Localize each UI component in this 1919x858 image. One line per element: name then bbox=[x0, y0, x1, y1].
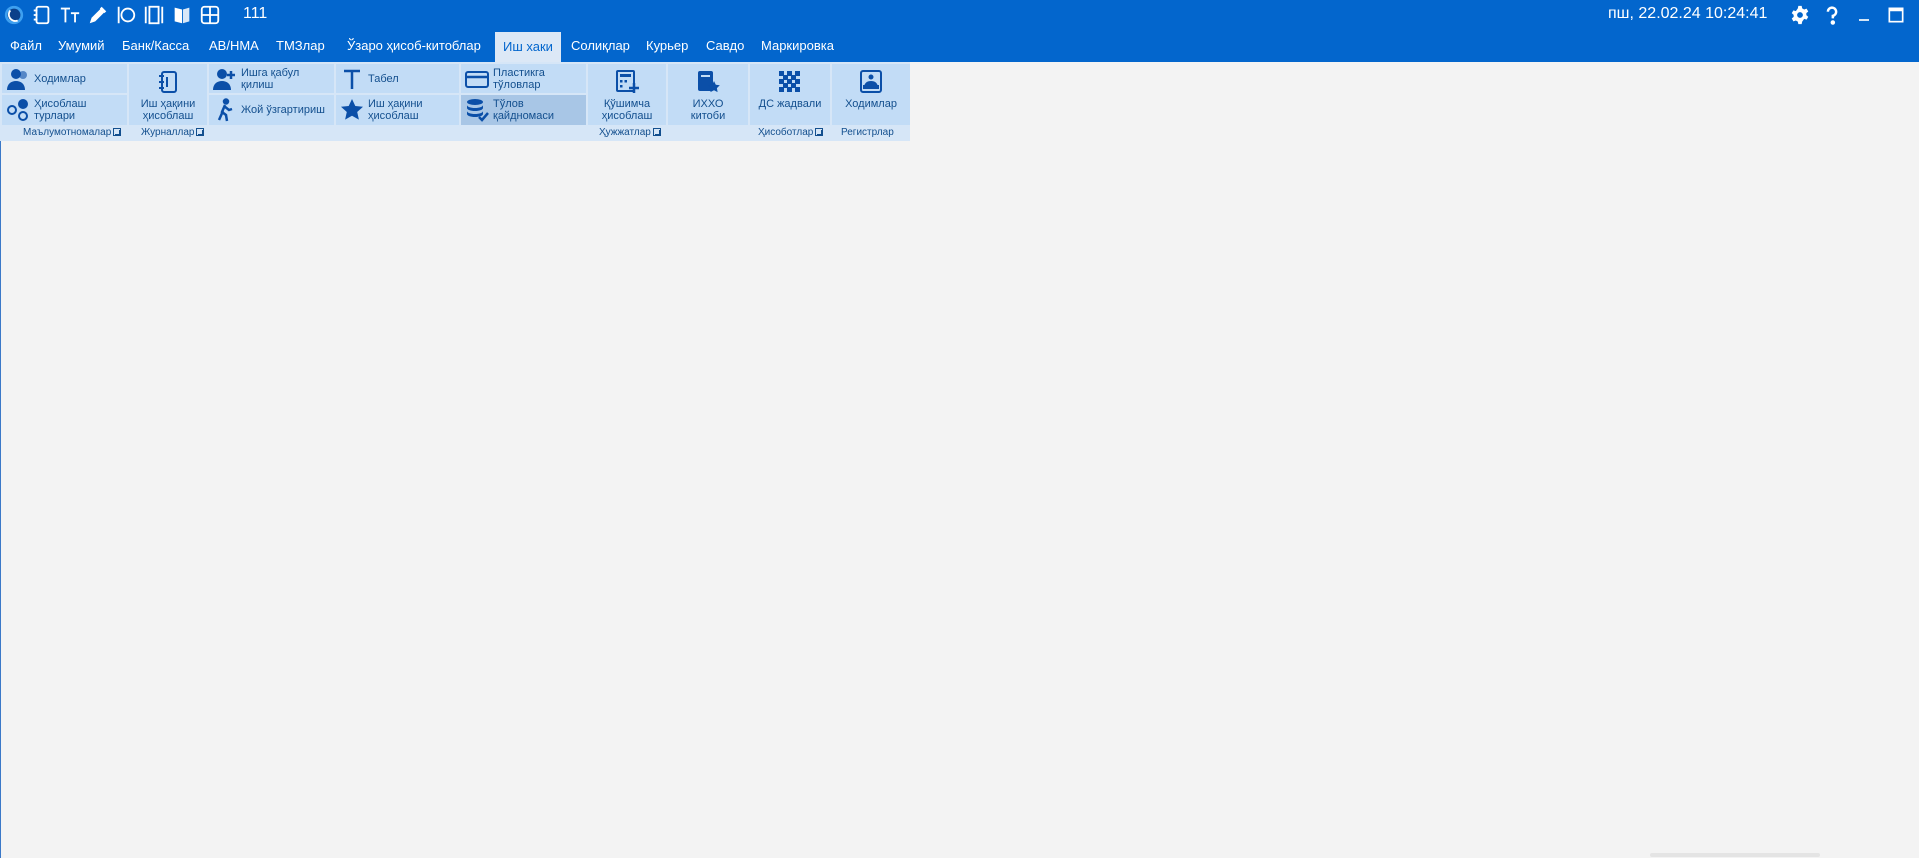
menu-item-settlements[interactable]: Ўзаро ҳисоб-китоблар bbox=[347, 30, 481, 62]
ihxo-book-button[interactable]: ИХХО китоби bbox=[668, 64, 748, 125]
minimize-icon[interactable] bbox=[1852, 3, 1876, 27]
datetime-label: пш, 22.02.24 10:24:41 bbox=[1608, 5, 1768, 22]
menu-item-marking[interactable]: Маркировка bbox=[761, 30, 834, 62]
journals-launcher-icon[interactable] bbox=[196, 128, 205, 137]
calc-types-label: Ҳисоблаш турлари bbox=[34, 98, 87, 122]
menu-item-general[interactable]: Умумий bbox=[58, 30, 105, 62]
menu-item-inventory[interactable]: ТМЗлар bbox=[276, 30, 325, 62]
payroll-journal-button[interactable]: Иш ҳақини ҳисоблаш bbox=[129, 64, 207, 125]
register-employees-label: Ходимлар bbox=[845, 98, 897, 110]
settings-icon[interactable] bbox=[1788, 3, 1812, 27]
text-t-icon bbox=[340, 67, 364, 91]
counter-label: 111 bbox=[243, 5, 268, 22]
columns-icon[interactable] bbox=[114, 3, 138, 27]
book-star-icon bbox=[694, 68, 722, 96]
walking-person-icon bbox=[213, 98, 237, 122]
ribbon: Ходимлар Ҳисоблаш турлари Иш ҳақини ҳисо… bbox=[0, 62, 910, 141]
group-label-registers: Регистрлар bbox=[841, 127, 894, 138]
hire-button[interactable]: Ишга қабул қилиш bbox=[209, 64, 334, 93]
menu-item-courier[interactable]: Курьер bbox=[646, 30, 688, 62]
extra-calc-label: Қўшимча ҳисоблаш bbox=[601, 98, 653, 122]
menu-item-file[interactable]: Файл bbox=[10, 30, 42, 62]
calculator-grid-icon[interactable] bbox=[198, 3, 222, 27]
payroll-journal-label: Иш ҳақини ҳисоблаш bbox=[140, 98, 196, 122]
workspace-area bbox=[0, 141, 1919, 858]
title-bar: 111 пш, 22.02.24 10:24:41 bbox=[0, 0, 1919, 30]
employees-button[interactable]: Ходимлар bbox=[2, 64, 127, 93]
journal-icon bbox=[154, 68, 182, 96]
calc-types-icon bbox=[6, 98, 30, 122]
ds-table-button[interactable]: ДС жадвали bbox=[750, 64, 830, 125]
font-size-icon[interactable] bbox=[58, 3, 82, 27]
employees-label: Ходимлар bbox=[34, 72, 86, 85]
group-label-journals: Журналлар bbox=[141, 127, 205, 139]
star-icon bbox=[340, 98, 364, 122]
timesheet-button[interactable]: Табел bbox=[336, 64, 459, 93]
main-menu: Файл Умумий Банк/Касса АВ/НМА ТМЗлар Ўза… bbox=[0, 30, 1919, 62]
reports-launcher-icon[interactable] bbox=[815, 128, 824, 137]
add-user-icon bbox=[213, 67, 237, 91]
register-employees-button[interactable]: Ходимлар bbox=[832, 64, 910, 125]
extra-calc-button[interactable]: Қўшимча ҳисоблаш bbox=[588, 64, 666, 125]
timesheet-label: Табел bbox=[368, 72, 399, 85]
transfer-button[interactable]: Жой ўзгартириш bbox=[209, 95, 334, 125]
payment-list-button[interactable]: Тўлов қайдномаси bbox=[461, 95, 586, 125]
group-label-reports: Ҳисоботлар bbox=[758, 127, 824, 139]
coins-check-icon bbox=[465, 98, 489, 122]
menu-item-payroll[interactable]: Иш хаки bbox=[495, 32, 561, 62]
menu-item-fixed-assets[interactable]: АВ/НМА bbox=[209, 30, 259, 62]
panels-icon[interactable] bbox=[142, 3, 166, 27]
app-logo-icon[interactable] bbox=[2, 3, 26, 27]
ihxo-book-label: ИХХО китоби bbox=[690, 98, 726, 122]
menu-item-bank-cash[interactable]: Банк/Касса bbox=[122, 30, 189, 62]
hire-label: Ишга қабул қилиш bbox=[241, 66, 300, 91]
payment-list-label: Тўлов қайдномаси bbox=[493, 98, 555, 122]
notebook-icon[interactable] bbox=[30, 3, 54, 27]
group-label-documents: Ҳужжатлар bbox=[599, 127, 661, 139]
menu-item-trade[interactable]: Савдо bbox=[706, 30, 744, 62]
calculator-plus-icon bbox=[613, 68, 641, 96]
payroll-calc-button[interactable]: Иш ҳақини ҳисоблаш bbox=[336, 95, 459, 125]
help-icon[interactable] bbox=[1820, 3, 1844, 27]
book-icon[interactable] bbox=[170, 3, 194, 27]
card-icon bbox=[465, 67, 489, 91]
pen-icon[interactable] bbox=[86, 3, 110, 27]
maximize-icon[interactable] bbox=[1884, 3, 1908, 27]
ds-table-label: ДС жадвали bbox=[758, 98, 822, 110]
quick-access-toolbar bbox=[2, 3, 222, 27]
documents-launcher-icon[interactable] bbox=[652, 128, 661, 137]
group-label-references: Маълумотномалар bbox=[23, 127, 122, 139]
references-launcher-icon[interactable] bbox=[113, 128, 122, 137]
calc-types-button[interactable]: Ҳисоблаш турлари bbox=[2, 95, 127, 125]
window-controls bbox=[1788, 2, 1919, 28]
horizontal-scrollbar[interactable] bbox=[1650, 853, 1820, 857]
card-payments-button[interactable]: Пластикга тўловлар bbox=[461, 64, 586, 93]
payroll-calc-label: Иш ҳақини ҳисоблаш bbox=[368, 98, 423, 122]
employees-icon bbox=[6, 67, 30, 91]
transfer-label: Жой ўзгартириш bbox=[241, 104, 325, 116]
grid-table-icon bbox=[776, 68, 804, 96]
register-icon bbox=[857, 68, 885, 96]
card-payments-label: Пластикга тўловлар bbox=[493, 66, 545, 91]
menu-item-taxes[interactable]: Солиқлар bbox=[571, 30, 630, 62]
